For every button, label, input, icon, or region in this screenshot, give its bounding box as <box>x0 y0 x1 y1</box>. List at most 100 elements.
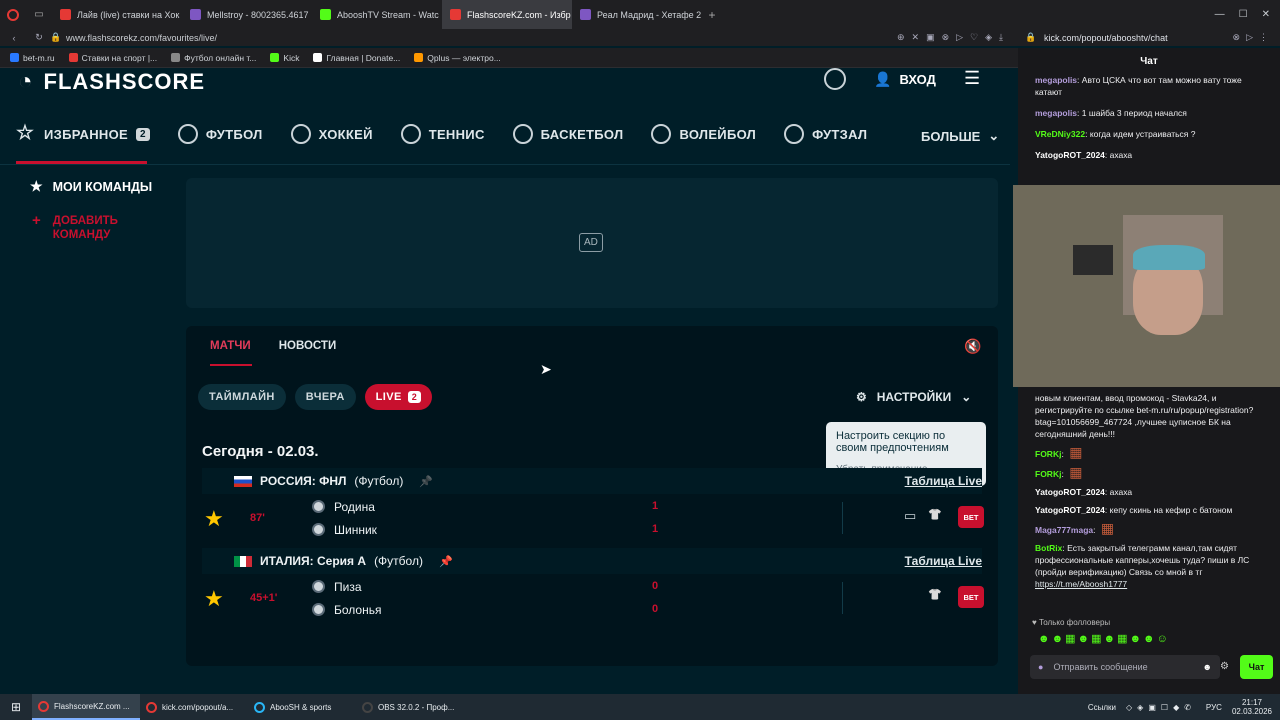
taskbar-app-icon <box>254 701 265 713</box>
browser-logo-icon[interactable] <box>0 8 26 21</box>
tab-menu-icon[interactable]: ▭ <box>26 9 52 20</box>
browser-tab-bar: ▭ Лайв (live) ставки на Хок Mellstroy - 8… <box>0 0 1280 29</box>
ad-banner[interactable]: AD <box>186 178 998 308</box>
pin-icon[interactable]: 📌 <box>419 475 433 488</box>
live-table-link[interactable]: Таблица Live <box>905 474 982 488</box>
bet-button[interactable]: BET <box>958 586 984 608</box>
match-row[interactable]: ★ 45+1' Пиза Болонья 0 0 👕 BET <box>202 576 984 622</box>
taskbar-app[interactable]: FlashscoreKZ.com ... <box>32 694 140 720</box>
start-button-icon[interactable]: ⊞ <box>0 700 32 714</box>
reload-icon[interactable]: ↻ <box>28 32 50 43</box>
tab-matches[interactable]: МАТЧИ <box>210 340 251 352</box>
league-name[interactable]: ИТАЛИЯ: Серия А <box>260 554 366 568</box>
chat-settings-icon[interactable]: ⚙ <box>1220 661 1229 672</box>
bookmark-item[interactable]: Kick <box>270 53 299 63</box>
emoji-icon[interactable]: ☻ <box>1203 662 1212 672</box>
chat-link[interactable]: https://t.me/Aboosh1777 <box>1035 579 1127 589</box>
close-window-icon[interactable]: ✕ <box>1262 9 1270 20</box>
chat-url-field[interactable]: kick.com/popout/abooshtv/chat <box>1044 33 1168 43</box>
taskbar-links[interactable]: Ссылки <box>1088 703 1116 712</box>
basketball-icon <box>512 124 533 144</box>
search-icon[interactable] <box>824 68 846 90</box>
login-label: ВХОД <box>899 72 936 87</box>
browser-tab[interactable]: Mellstroy - 8002365.4617 <box>182 0 312 29</box>
nav-item-3[interactable]: ХОККЕЙ <box>290 124 373 144</box>
chat-username[interactable]: BotRix <box>1035 543 1062 553</box>
taskbar-app[interactable]: AbooSH & sports <box>248 694 356 720</box>
browser-tab[interactable]: Лайв (live) ставки на Хок <box>52 0 182 29</box>
live-table-link[interactable]: Таблица Live <box>905 554 982 568</box>
tv-icon[interactable]: ▭ <box>904 508 916 524</box>
pin-icon[interactable]: 📌 <box>439 555 453 568</box>
add-team-button[interactable]: + ДОБАВИТЬ КОМАНДУ <box>32 213 133 242</box>
new-tab-icon[interactable]: + <box>702 8 722 22</box>
taskbar-app-label: OBS 32.0.2 - Проф... <box>378 702 455 712</box>
tab-label: AbooshTV Stream - Watc <box>337 9 439 20</box>
more-button[interactable]: БОЛЬШЕ ⌄ <box>921 128 999 144</box>
chat-username[interactable]: YatogoROT_2024 <box>1035 150 1105 160</box>
match-minute: 87' <box>250 512 265 524</box>
toolbar-icons[interactable]: ⊕✕▣⊗▷♡◈⤓ <box>897 32 1018 43</box>
chat-username[interactable]: YatogoROT_2024 <box>1035 505 1105 515</box>
url-field[interactable]: www.flashscorekz.com/favourites/live/ <box>66 33 217 43</box>
taskbar-lang[interactable]: РУС <box>1206 703 1222 712</box>
back-icon[interactable]: ‹ <box>0 33 28 43</box>
match-row[interactable]: ★ 87' Родина Шинник 1 1 👕 BET ▭ <box>202 496 984 542</box>
league-name[interactable]: РОССИЯ: ФНЛ <box>260 474 346 488</box>
flashscore-logo[interactable]: ◔ FLASHSCORE <box>18 68 205 96</box>
bookmark-item[interactable]: Qplus — электро... <box>414 53 501 63</box>
nav-item-4[interactable]: ТЕННИС <box>400 124 485 144</box>
emote-icon: ▦ <box>1069 444 1083 460</box>
chat-username[interactable]: YatogoROT_2024 <box>1035 487 1105 497</box>
maximize-icon[interactable]: ☐ <box>1239 9 1248 20</box>
settings-button[interactable]: ⚙ НАСТРОЙКИ ⌄ <box>856 390 971 404</box>
nav-item-7[interactable]: ФУТЗАЛ <box>784 124 867 144</box>
filter-live[interactable]: LIVE 2 <box>364 384 433 410</box>
filter-yesterday[interactable]: ВЧЕРА <box>294 384 356 410</box>
chat-toolbar-icons[interactable]: ⊗▷⋮ <box>1233 32 1280 43</box>
browser-tab[interactable]: FlashscoreKZ.com - Избр <box>442 0 572 29</box>
minimize-icon[interactable]: — <box>1215 9 1225 20</box>
chat-username[interactable]: Maga777maga <box>1035 525 1093 535</box>
taskbar-app[interactable]: kick.com/popout/a... <box>140 694 248 720</box>
chat-username[interactable]: VReDNiy322 <box>1035 129 1085 139</box>
login-button[interactable]: 👤 ВХОД <box>874 71 936 88</box>
bet-button[interactable]: BET <box>958 506 984 528</box>
nav-item-5[interactable]: БАСКЕТБОЛ <box>512 124 624 144</box>
chat-username[interactable]: megapolis <box>1035 75 1077 85</box>
my-teams-header[interactable]: ★ МОИ КОМАНДЫ <box>30 178 152 195</box>
bookmark-item[interactable]: Главная | Donate... <box>313 53 400 63</box>
browser-tab[interactable]: AbooshTV Stream - Watc <box>312 0 442 29</box>
address-bar: ‹ ↻ 🔒 www.flashscorekz.com/favourites/li… <box>0 29 1018 46</box>
bookmark-item[interactable]: Ставки на спорт |... <box>68 53 157 63</box>
shirt-icon[interactable]: 👕 <box>928 508 942 521</box>
tab-news[interactable]: НОВОСТИ <box>279 340 337 352</box>
hamburger-menu-icon[interactable]: ☰ <box>964 69 984 87</box>
shirt-icon[interactable]: 👕 <box>928 588 942 601</box>
chat-username[interactable]: megapolis <box>1035 108 1077 118</box>
favorite-star-icon[interactable]: ★ <box>204 586 224 612</box>
tab-underline <box>210 364 252 366</box>
nav-item-6[interactable]: ВОЛЕЙБОЛ <box>651 124 756 144</box>
bookmark-item[interactable]: bet-m.ru <box>10 53 55 63</box>
chat-username[interactable]: FORKj <box>1035 449 1061 459</box>
taskbar-clock[interactable]: 21:17 02.03.2026 <box>1232 698 1272 716</box>
chat-message: FORKj: ▦ <box>1035 444 1083 460</box>
mute-icon[interactable]: 🔇 <box>964 338 981 355</box>
tray-icons[interactable]: ◇◈▣☐◆✆ <box>1126 703 1196 712</box>
my-teams-label: МОИ КОМАНДЫ <box>52 179 153 194</box>
taskbar-app-icon <box>362 701 373 713</box>
nav-item-2[interactable]: ФУТБОЛ <box>177 124 263 144</box>
chat-input[interactable]: ● Отправить сообщение ☻ <box>1030 655 1220 679</box>
taskbar-app[interactable]: OBS 32.0.2 - Проф... <box>356 694 464 720</box>
browser-tab[interactable]: Реал Мадрид - Хетафе 2 <box>572 0 702 29</box>
bookmark-item[interactable]: Футбол онлайн т... <box>171 53 256 63</box>
nav-item-1[interactable]: ☆ ИЗБРАННОЕ 2 <box>16 123 150 144</box>
mic-icon[interactable]: ● <box>1038 662 1043 672</box>
chat-username[interactable]: FORKj <box>1035 469 1061 479</box>
chat-send-button[interactable]: Чат <box>1240 655 1273 679</box>
chat-message: YatogoROT_2024: кепу скинь на кефир с ба… <box>1035 505 1233 515</box>
filter-timeline[interactable]: ТАЙМЛАЙН <box>198 384 286 410</box>
emote-bar[interactable]: ☻☻▦☻▦☻▦☻☻☺ <box>1038 632 1170 645</box>
favorite-star-icon[interactable]: ★ <box>204 506 224 532</box>
